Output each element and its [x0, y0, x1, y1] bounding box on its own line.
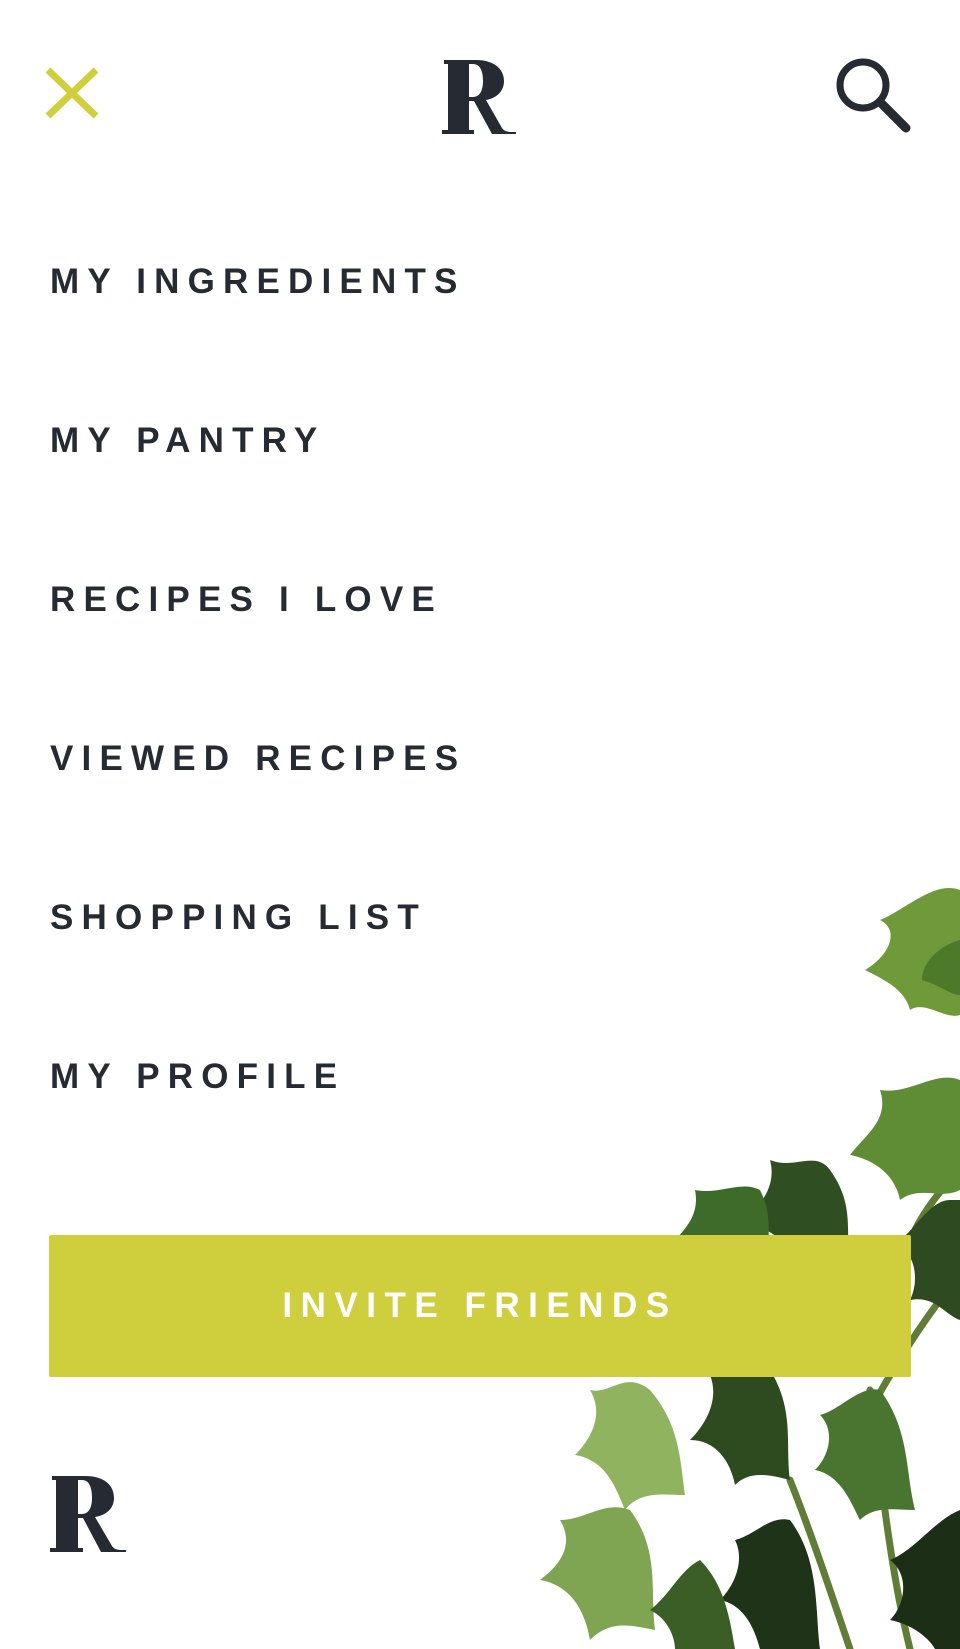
- leaf-bottom-7: [650, 1560, 735, 1649]
- menu-link-recipes-i-love[interactable]: RECIPES I LOVE: [50, 570, 443, 630]
- leaf-bottom-3: [815, 1389, 915, 1520]
- search-icon[interactable]: [830, 52, 912, 134]
- leaf-bottom-4: [540, 1507, 655, 1640]
- leaf-bottom-5: [720, 1519, 820, 1649]
- leaf-bottom-6: [890, 1510, 960, 1649]
- menu-link-my-pantry[interactable]: MY PANTRY: [50, 411, 325, 471]
- leaf-bottom-1: [690, 1367, 790, 1485]
- footer-logo-icon: [50, 1476, 126, 1552]
- menu-item-my-ingredients: MY INGREDIENTS: [50, 252, 650, 411]
- menu-link-my-ingredients[interactable]: MY INGREDIENTS: [50, 252, 466, 312]
- close-icon[interactable]: [40, 60, 106, 126]
- leaf-bottom-2: [575, 1382, 685, 1510]
- menu-item-recipes-i-love: RECIPES I LOVE: [50, 570, 650, 729]
- menu-link-shopping-list[interactable]: SHOPPING LIST: [50, 888, 427, 948]
- leaf-mid-1: [850, 1077, 960, 1200]
- top-bar: [0, 0, 960, 200]
- brand-logo-icon[interactable]: [440, 58, 520, 136]
- menu-link-my-profile[interactable]: MY PROFILE: [50, 1047, 345, 1107]
- menu-link-viewed-recipes[interactable]: VIEWED RECIPES: [50, 729, 466, 789]
- invite-friends-button[interactable]: INVITE FRIENDS: [49, 1235, 911, 1377]
- menu-item-viewed-recipes: VIEWED RECIPES: [50, 729, 650, 888]
- menu-item-my-pantry: MY PANTRY: [50, 411, 650, 570]
